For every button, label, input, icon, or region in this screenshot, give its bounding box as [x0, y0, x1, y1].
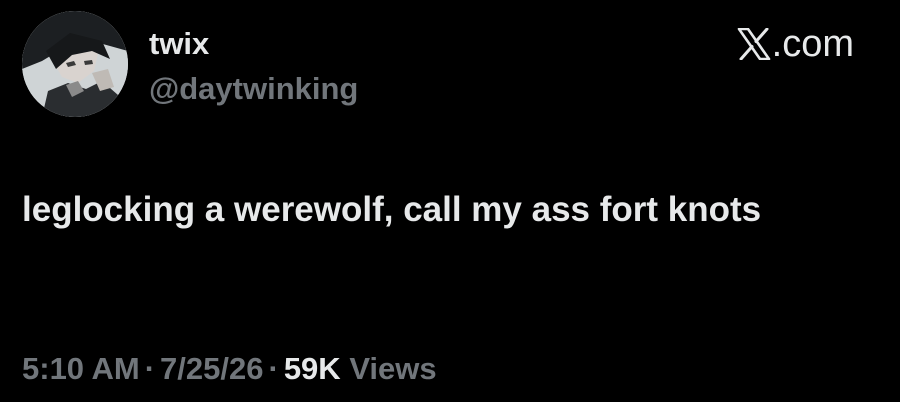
- tweet-date[interactable]: 7/25/26: [160, 351, 263, 386]
- views-label: Views: [349, 351, 437, 386]
- x-logo-icon: [737, 28, 771, 60]
- tweet-metadata: 5:10 AM · 7/25/26 · 59K Views: [22, 351, 437, 387]
- separator-dot: ·: [144, 351, 156, 386]
- separator-dot: ·: [268, 351, 279, 386]
- anime-character-avatar-icon: [22, 11, 128, 117]
- avatar[interactable]: [22, 11, 128, 117]
- views-count[interactable]: 59K: [284, 351, 341, 386]
- tweet-card: twix @daytwinking .com leglocking a were…: [0, 0, 900, 402]
- tweet-time[interactable]: 5:10 AM: [22, 351, 140, 386]
- display-name[interactable]: twix: [149, 26, 209, 62]
- user-handle[interactable]: @daytwinking: [149, 71, 358, 107]
- source-watermark: .com: [737, 24, 854, 64]
- tweet-text: leglocking a werewolf, call my ass fort …: [22, 190, 762, 229]
- source-domain-label: .com: [771, 23, 854, 65]
